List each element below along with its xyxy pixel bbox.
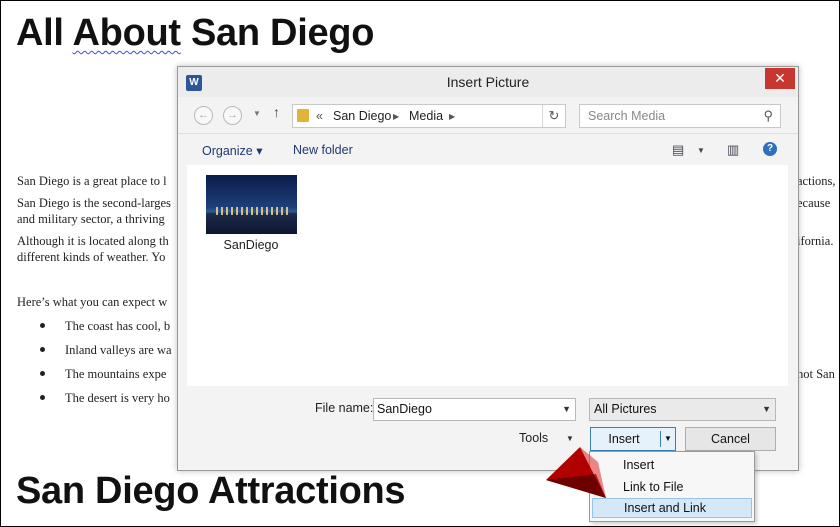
file-type-value: All Pictures	[594, 402, 657, 416]
file-item-sandiego[interactable]: SanDiego	[203, 175, 299, 252]
back-arrow-icon[interactable]: ←	[194, 106, 213, 125]
chevron-down-icon[interactable]: ▼	[562, 404, 571, 414]
menu-item-link-to-file[interactable]: Link to File	[592, 477, 752, 497]
new-folder-button[interactable]: New folder	[293, 143, 353, 157]
breadcrumb-san-diego[interactable]: San Diego	[333, 109, 391, 123]
help-icon[interactable]: ?	[763, 142, 777, 156]
paragraph-3-line-2: different kinds of weather. Yo	[17, 250, 166, 264]
menu-item-insert-and-link[interactable]: Insert and Link	[592, 498, 752, 518]
folder-icon	[297, 109, 309, 122]
file-name-value: SanDiego	[377, 402, 432, 416]
close-button[interactable]: ✕	[765, 68, 795, 89]
document-title: All About San Diego	[16, 12, 375, 54]
breadcrumb-separator-icon[interactable]: ▶	[449, 112, 455, 121]
paragraph-1-overflow: actions,	[797, 174, 836, 188]
bullet-item-overflow: hot San	[797, 367, 835, 381]
menu-item-insert[interactable]: Insert	[592, 455, 752, 475]
navigation-bar: ← → ▼ ↑ « San Diego ▶ Media ▶ ↻ Search M…	[178, 97, 798, 133]
paragraph-3-line-1: Although it is located along th	[17, 234, 169, 248]
file-name-field[interactable]: SanDiego ▼	[373, 398, 576, 421]
view-options-icon[interactable]: ▤	[672, 142, 684, 158]
paragraph-1: San Diego is a great place to l	[17, 174, 167, 188]
image-thumbnail	[205, 175, 297, 234]
section-heading: San Diego Attractions	[16, 470, 406, 512]
search-placeholder: Search Media	[588, 109, 666, 123]
tools-button[interactable]: Tools	[519, 431, 548, 445]
file-type-select[interactable]: All Pictures ▼	[589, 398, 776, 421]
bullet-item: Inland valleys are wa	[65, 343, 172, 357]
chevron-down-icon[interactable]: ▼	[566, 434, 574, 443]
bullet-item: The coast has cool, b	[65, 319, 171, 333]
paragraph-intro: Here’s what you can expect w	[17, 295, 168, 309]
address-bar[interactable]: « San Diego ▶ Media ▶ ↻	[292, 104, 566, 128]
file-name-caption: File name:	[315, 401, 374, 415]
insert-split-button[interactable]: Insert ▼	[590, 427, 676, 451]
up-arrow-icon[interactable]: ↑	[273, 104, 280, 120]
recent-locations-icon[interactable]: ▼	[253, 109, 261, 118]
insert-options-menu: Insert Link to File Insert and Link	[589, 451, 755, 522]
forward-arrow-icon[interactable]: →	[223, 106, 242, 125]
paragraph-2-overflow: ecause	[797, 196, 831, 210]
refresh-icon[interactable]: ↻	[542, 105, 565, 127]
breadcrumb-media[interactable]: Media	[409, 109, 443, 123]
search-icon[interactable]: ⚲	[763, 108, 773, 124]
dialog-title: Insert Picture	[446, 74, 530, 90]
insert-picture-dialog: W Insert Picture ✕ ← → ▼ ↑ « San Diego ▶…	[177, 66, 799, 471]
bullet-dot	[40, 347, 45, 352]
preview-pane-icon[interactable]: ▥	[727, 142, 739, 158]
bullet-dot	[40, 323, 45, 328]
paragraph-2-line-1: San Diego is the second-larges	[17, 196, 171, 210]
bullet-item: The mountains expe	[65, 367, 167, 381]
insert-button-label[interactable]: Insert	[591, 432, 657, 446]
bullet-dot	[40, 371, 45, 376]
cancel-button[interactable]: Cancel	[685, 427, 776, 451]
bullet-dot	[40, 395, 45, 400]
search-input[interactable]: Search Media ⚲	[579, 104, 781, 128]
file-name-label: SanDiego	[223, 238, 279, 252]
chevron-down-icon[interactable]: ▼	[664, 434, 672, 443]
chevron-down-icon[interactable]: ▼	[762, 404, 771, 414]
file-list: SanDiego	[187, 165, 788, 386]
chevron-down-icon[interactable]: ▼	[697, 146, 705, 155]
breadcrumb-separator-icon[interactable]: ▶	[393, 112, 399, 121]
bullet-item: The desert is very ho	[65, 391, 170, 405]
organize-button[interactable]: Organize ▾	[202, 143, 262, 158]
split-divider	[660, 431, 661, 447]
dialog-toolbar: Organize ▾ New folder ▤ ▼ ▥ ?	[178, 133, 798, 166]
dialog-titlebar[interactable]: W Insert Picture ✕	[178, 67, 798, 97]
paragraph-3-overflow: ifornia.	[797, 234, 834, 248]
breadcrumb-overflow[interactable]: «	[316, 109, 323, 123]
paragraph-2-line-2: and military sector, a thriving	[17, 212, 165, 226]
